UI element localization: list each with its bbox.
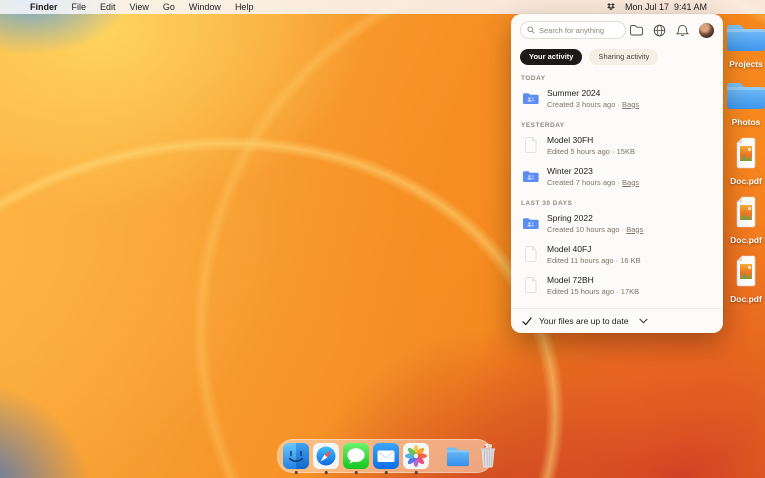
- sync-status-bar[interactable]: Your files are up to date: [511, 308, 723, 333]
- desktop-icon-label: Doc.pdf: [730, 176, 762, 186]
- menu-view[interactable]: View: [130, 2, 149, 12]
- desktop-folder-projects[interactable]: Projects: [721, 21, 765, 69]
- meta-text: Edited 5 hours ago · 15KB: [547, 146, 635, 156]
- dock-finder[interactable]: [283, 443, 309, 474]
- menubar-date: Mon Jul 17: [624, 2, 669, 12]
- meta-text: Created 10 hours ago ·: [547, 224, 627, 234]
- desktop: Finder File Edit View Go Window Help Mon…: [0, 0, 765, 478]
- activity-row-winter-2023[interactable]: Winter 2023 Created 7 hours ago · Bags: [511, 161, 723, 192]
- running-indicator: [354, 471, 358, 474]
- file-meta: Edited 5 hours ago · 15KB: [547, 147, 635, 156]
- tab-your-activity[interactable]: Your activity: [520, 49, 583, 65]
- section-header-yesterday: YESTERDAY: [521, 121, 565, 129]
- activity-tabs: Your activity Sharing activity: [511, 43, 723, 67]
- desktop-pdf-2[interactable]: Doc.pdf: [721, 196, 765, 245]
- meta-text: Edited 11 hours ago · 16 KB: [547, 255, 641, 265]
- activity-row-model-72bh[interactable]: Model 72BH Edited 15 hours ago · 17KB: [511, 270, 723, 301]
- menubar-clock[interactable]: Mon Jul 17 9:41 AM: [625, 2, 707, 12]
- desktop-folder-photos[interactable]: Photos: [721, 79, 765, 127]
- file-title: Spring 2022: [547, 212, 593, 223]
- tab-sharing-activity[interactable]: Sharing activity: [589, 49, 659, 65]
- desktop-icon-label: Projects: [729, 59, 763, 69]
- file-title: Model 40FJ: [547, 243, 592, 254]
- meta-link[interactable]: Bags: [622, 178, 639, 187]
- dock-messages[interactable]: [343, 443, 369, 474]
- file-icon: [521, 137, 539, 153]
- sync-status-text: Your files are up to date: [539, 316, 629, 326]
- activity-row-summer-2024[interactable]: Summer 2024 Created 3 hours ago · Bags: [511, 83, 723, 114]
- meta-link[interactable]: Bags: [622, 100, 639, 109]
- shared-folder-icon: [521, 170, 539, 183]
- running-indicator: [384, 471, 388, 474]
- file-meta: Created 3 hours ago · Bags: [547, 100, 639, 109]
- activity-row-spring-2022[interactable]: Spring 2022 Created 10 hours ago · Bags: [511, 208, 723, 239]
- file-meta: Edited 11 hours ago · 16 KB: [547, 256, 641, 265]
- menubar-time: 9:41 AM: [673, 2, 707, 12]
- file-icon: [521, 277, 539, 293]
- meta-text: Created 7 hours ago ·: [547, 177, 623, 187]
- pdf-document-icon: [733, 137, 759, 174]
- file-meta: Edited 15 hours ago · 17KB: [547, 287, 639, 296]
- section-header-last-30-days: LAST 30 DAYS: [521, 199, 573, 207]
- dock-mail[interactable]: [373, 443, 399, 474]
- search-input[interactable]: [539, 25, 621, 35]
- bell-icon[interactable]: [676, 24, 689, 37]
- file-title: Model 72BH: [547, 274, 594, 285]
- pdf-document-icon: [733, 255, 759, 292]
- desktop-pdf-3[interactable]: Doc.pdf: [721, 255, 765, 304]
- search-bar[interactable]: [520, 21, 626, 39]
- activity-row-model-30fh[interactable]: Model 30FH Edited 5 hours ago · 15KB: [511, 130, 723, 161]
- folder-icon: [725, 79, 765, 115]
- folder-icon[interactable]: [630, 24, 643, 36]
- dock-photos[interactable]: [403, 443, 429, 474]
- menu-help[interactable]: Help: [235, 2, 254, 12]
- running-indicator: [324, 471, 328, 474]
- desktop-icon-label: Photos: [731, 117, 761, 127]
- menu-bar: Finder File Edit View Go Window Help Mon…: [0, 0, 765, 14]
- checkmark-icon: [522, 316, 532, 326]
- file-title: Summer 2024: [547, 87, 601, 98]
- file-title: Winter 2023: [547, 165, 593, 176]
- desktop-icon-label: Doc.pdf: [730, 235, 762, 245]
- meta-text: Edited 15 hours ago · 17KB: [547, 286, 640, 296]
- file-title: Model 30FH: [547, 134, 594, 145]
- dock-folder[interactable]: [445, 443, 471, 469]
- desktop-pdf-1[interactable]: Doc.pdf: [721, 137, 765, 186]
- panel-header: [511, 14, 723, 43]
- running-indicator: [414, 471, 418, 474]
- dock-trash[interactable]: [475, 443, 501, 469]
- running-indicator: [294, 471, 298, 474]
- search-icon: [527, 26, 535, 34]
- shared-folder-icon: [521, 92, 539, 105]
- meta-text: Created 3 hours ago ·: [547, 99, 623, 109]
- menu-go[interactable]: Go: [163, 2, 175, 12]
- menu-window[interactable]: Window: [189, 2, 221, 12]
- section-header-today: TODAY: [521, 74, 546, 82]
- menu-edit[interactable]: Edit: [100, 2, 116, 12]
- file-meta: Created 7 hours ago · Bags: [547, 178, 639, 187]
- menu-finder[interactable]: Finder: [30, 2, 58, 12]
- desktop-icon-label: Doc.pdf: [730, 294, 762, 304]
- dropbox-panel: Your activity Sharing activity TODAY Sum…: [511, 14, 723, 333]
- activity-row-model-40fj[interactable]: Model 40FJ Edited 11 hours ago · 16 KB: [511, 239, 723, 270]
- chevron-down-icon[interactable]: [639, 318, 649, 324]
- dock: [277, 439, 496, 474]
- shared-folder-icon: [521, 217, 539, 230]
- globe-icon[interactable]: [653, 24, 666, 37]
- folder-icon: [725, 21, 765, 57]
- avatar[interactable]: [699, 22, 714, 38]
- menu-file[interactable]: File: [72, 2, 87, 12]
- dropbox-tray-icon[interactable]: [606, 2, 616, 12]
- desktop-icon-column: Projects Photos Doc.pdf Doc.pdf Doc.pdf: [721, 21, 765, 304]
- file-icon: [521, 246, 539, 262]
- meta-link[interactable]: Bags: [626, 225, 643, 234]
- pdf-document-icon: [733, 196, 759, 233]
- dock-safari[interactable]: [313, 443, 339, 474]
- file-meta: Created 10 hours ago · Bags: [547, 225, 643, 234]
